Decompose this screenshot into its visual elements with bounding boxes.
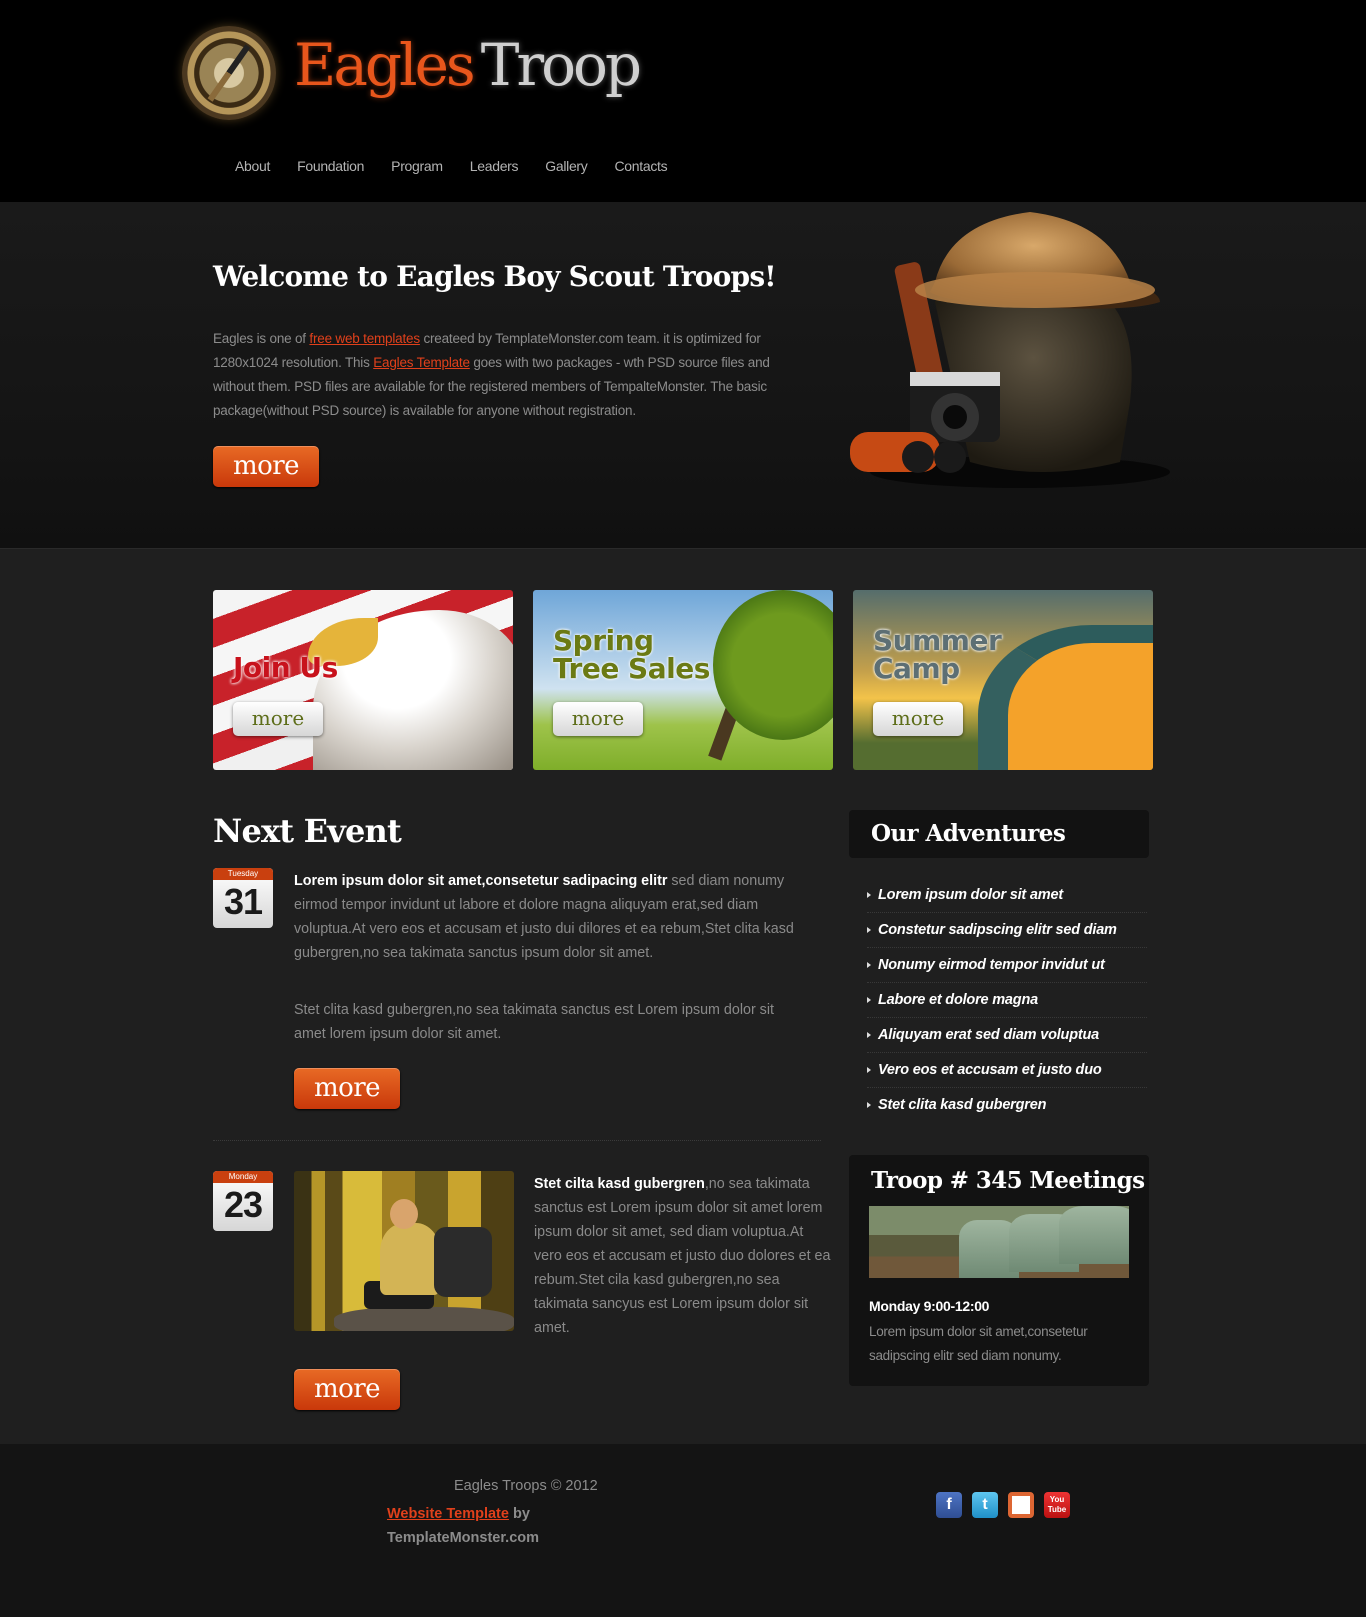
banner-title: Spring Tree Sales: [553, 627, 710, 683]
event-2-text: Stet cilta kasd gubergren,no sea takimat…: [534, 1172, 834, 1340]
facebook-icon[interactable]: f: [936, 1492, 962, 1518]
banner-title: Join Us: [233, 651, 338, 684]
rock: [334, 1307, 514, 1331]
camp-tents-image: [869, 1206, 1129, 1278]
social-links: f t You Tube: [936, 1492, 1080, 1518]
next-event-title: Next Event: [213, 812, 402, 850]
kid-body: [380, 1223, 440, 1295]
calendar-day-number: 31: [223, 881, 263, 922]
scout-gear-image: [850, 212, 1170, 488]
list-item[interactable]: Stet clita kasd gubergren: [867, 1088, 1147, 1123]
list-item-label[interactable]: Labore et dolore magna: [878, 992, 1038, 1008]
calendar-icon: Monday 23: [213, 1171, 273, 1231]
calendar-day-name: Tuesday: [213, 868, 273, 880]
scout-boy-image: [294, 1171, 514, 1331]
nav-foundation[interactable]: Foundation: [297, 158, 364, 182]
event-1-more-button[interactable]: more: [294, 1068, 400, 1109]
kid-head: [390, 1199, 418, 1229]
list-item-label[interactable]: Vero eos et accusam et justo duo: [878, 1062, 1102, 1078]
footer-by: by: [508, 1506, 530, 1522]
calendar-day-name: Monday: [213, 1171, 273, 1183]
arrow-icon: [867, 1067, 871, 1073]
tent: [1059, 1206, 1129, 1264]
backpack: [434, 1227, 492, 1297]
arrow-icon: [867, 1102, 871, 1108]
spring-more-button[interactable]: more: [553, 702, 643, 736]
arrow-icon: [867, 1032, 871, 1038]
list-item-label[interactable]: Aliquyam erat sed diam voluptua: [878, 1027, 1099, 1043]
calendar-day-number: 23: [223, 1184, 263, 1225]
nav-program[interactable]: Program: [391, 158, 443, 182]
banner-join-us[interactable]: Join Us more: [213, 590, 513, 770]
hero-text-1: Eagles is one of: [213, 331, 310, 346]
site-logo[interactable]: Eagles Troop: [182, 22, 642, 122]
logo-troop: Troop: [480, 31, 642, 99]
list-item[interactable]: Nonumy eirmod tempor invidut ut: [867, 948, 1147, 983]
meetings-time: Monday 9:00-12:00: [869, 1298, 990, 1314]
event-2-more-button[interactable]: more: [294, 1369, 400, 1410]
banner-spring-tree-sales[interactable]: Spring Tree Sales more: [533, 590, 833, 770]
free-templates-link[interactable]: free web templates: [309, 331, 420, 346]
logo-text: Eagles Troop: [294, 36, 642, 94]
adventures-header: Our Adventures: [849, 810, 1149, 858]
list-item[interactable]: Vero eos et accusam et justo duo: [867, 1053, 1147, 1088]
list-item-label[interactable]: Nonumy eirmod tempor invidut ut: [878, 957, 1105, 973]
youtube-icon[interactable]: You Tube: [1044, 1492, 1070, 1518]
banner-summer-camp[interactable]: Summer Camp more: [853, 590, 1153, 770]
summer-camp-more-button[interactable]: more: [873, 702, 963, 736]
banner-title-line2: Tree Sales: [553, 652, 710, 685]
eagles-template-link[interactable]: Eagles Template: [373, 355, 470, 370]
list-item[interactable]: Labore et dolore magna: [867, 983, 1147, 1018]
arrow-icon: [867, 892, 871, 898]
copyright: Eagles Troops © 2012: [454, 1478, 598, 1494]
arrow-icon: [867, 997, 871, 1003]
hero-title: Welcome to Eagles Boy Scout Troops!: [213, 260, 777, 293]
event-1-lead: Lorem ipsum dolor sit amet,consetetur sa…: [294, 873, 668, 889]
event-2-lead: Stet cilta kasd gubergren: [534, 1176, 705, 1192]
tent-image: [978, 625, 1153, 770]
divider: [213, 1140, 821, 1141]
meetings-text: Lorem ipsum dolor sit amet,consetetur sa…: [869, 1324, 1088, 1363]
hero-more-button[interactable]: more: [213, 446, 319, 487]
meetings-title: Troop # 345 Meetings: [871, 1167, 1145, 1194]
footer: Eagles Troops © 2012 Website Template by…: [0, 1444, 1366, 1617]
event-1-text: Lorem ipsum dolor sit amet,consetetur sa…: [294, 869, 799, 965]
list-item[interactable]: Aliquyam erat sed diam voluptua: [867, 1018, 1147, 1053]
nav-about[interactable]: About: [235, 158, 270, 182]
twitter-icon[interactable]: t: [972, 1492, 998, 1518]
list-item[interactable]: Constetur sadipscing elitr sed diam: [867, 913, 1147, 948]
nav-leaders[interactable]: Leaders: [470, 158, 519, 182]
event-2-body: ,no sea takimata sanctus est Lorem ipsum…: [534, 1176, 831, 1336]
main-nav: About Foundation Program Leaders Gallery…: [235, 158, 694, 182]
calendar-icon: Tuesday 31: [213, 868, 273, 928]
nav-contacts[interactable]: Contacts: [615, 158, 668, 182]
hero-text: Eagles is one of free web templates crea…: [213, 327, 813, 423]
footer-credit: Website Template by TemplateMonster.com: [387, 1502, 539, 1550]
picasa-icon[interactable]: [1008, 1492, 1034, 1518]
hero-section: Welcome to Eagles Boy Scout Troops! Eagl…: [0, 202, 1366, 549]
adventures-title: Our Adventures: [871, 820, 1066, 847]
event-1-text-2: Stet clita kasd gubergren,no sea takimat…: [294, 1002, 774, 1042]
compass-icon: [182, 26, 276, 120]
footer-company: TemplateMonster.com: [387, 1530, 540, 1546]
list-item-label[interactable]: Lorem ipsum dolor sit amet: [878, 887, 1063, 903]
banner-title-line2: Camp: [873, 652, 960, 685]
join-us-more-button[interactable]: more: [233, 702, 323, 736]
list-item-label[interactable]: Stet clita kasd gubergren: [878, 1097, 1046, 1113]
nav-gallery[interactable]: Gallery: [545, 158, 588, 182]
arrow-icon: [867, 962, 871, 968]
website-template-link[interactable]: Website Template: [387, 1506, 509, 1522]
meetings-box: Troop # 345 Meetings Monday 9:00-12:00 L…: [849, 1155, 1149, 1386]
list-item-label[interactable]: Constetur sadipscing elitr sed diam: [878, 922, 1117, 938]
logo-eagles: Eagles: [294, 31, 476, 99]
banner-title: Summer Camp: [873, 627, 1002, 685]
list-item[interactable]: Lorem ipsum dolor sit amet: [867, 878, 1147, 913]
arrow-icon: [867, 927, 871, 933]
